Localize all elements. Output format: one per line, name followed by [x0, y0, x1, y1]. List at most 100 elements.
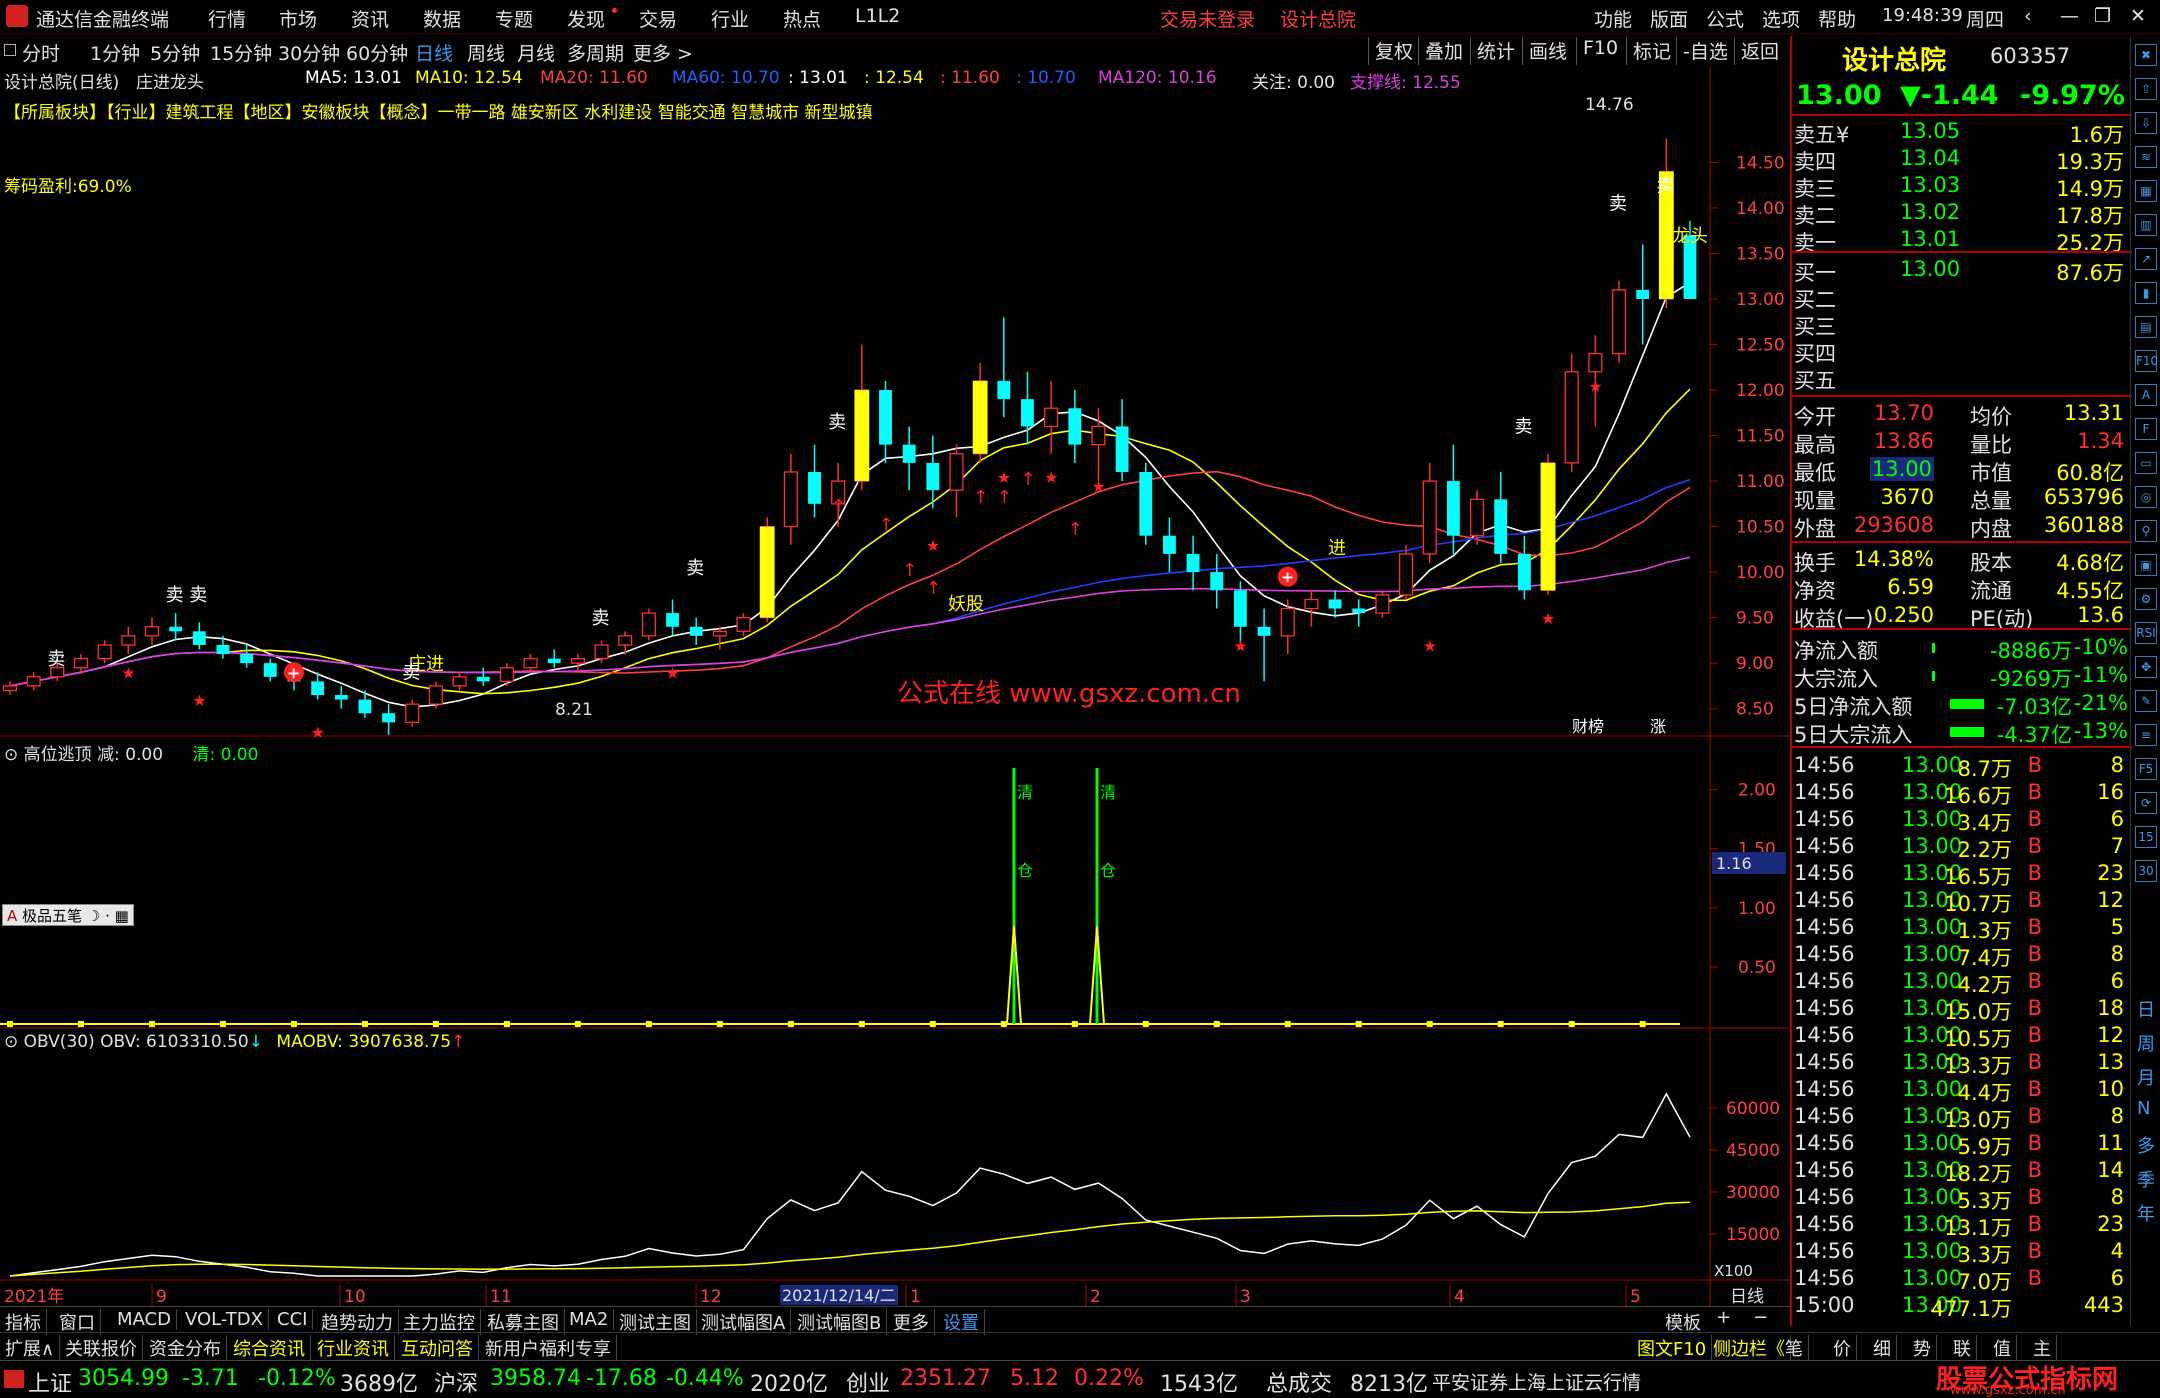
- side-tool-icon[interactable]: ✎: [2135, 690, 2157, 712]
- side-tool-icon[interactable]: ⇩: [2135, 112, 2157, 134]
- indicator-tab[interactable]: MACD: [112, 1309, 177, 1330]
- bottom-nav-right-item[interactable]: 联: [1948, 1335, 1977, 1361]
- side-tool-icon[interactable]: ⚲: [2135, 520, 2157, 542]
- back-icon[interactable]: ‹: [2024, 5, 2032, 27]
- btn-diejia[interactable]: 叠加: [1418, 37, 1463, 65]
- minimize-icon[interactable]: —: [2060, 5, 2079, 27]
- grid-icon[interactable]: [4, 44, 16, 56]
- tf-60min[interactable]: 60分钟: [346, 39, 408, 66]
- ime-keyboard-icon[interactable]: ▦: [115, 907, 129, 925]
- side-period-item[interactable]: 月: [2137, 1064, 2155, 1090]
- side-period-item[interactable]: 季: [2137, 1166, 2155, 1192]
- side-tool-icon[interactable]: 30: [2135, 860, 2157, 882]
- add-button[interactable]: +: [1716, 1307, 1731, 1328]
- btn-tongji[interactable]: 统计: [1470, 37, 1515, 65]
- btn-fanhui[interactable]: 返回: [1734, 37, 1779, 65]
- bottom-nav-item[interactable]: 综合资讯: [228, 1335, 311, 1361]
- side-period-item[interactable]: 周: [2137, 1030, 2155, 1056]
- restore-icon[interactable]: ❐: [2094, 5, 2111, 27]
- side-tool-icon[interactable]: ≡: [2135, 724, 2157, 746]
- ime-moon-icon[interactable]: ☽: [87, 907, 100, 925]
- side-tool-icon[interactable]: ▮: [2135, 282, 2157, 304]
- bottom-nav-item[interactable]: 新用户福利专享: [480, 1335, 617, 1361]
- bottom-nav-right-item[interactable]: 笔: [1780, 1335, 1809, 1361]
- indicator-tab[interactable]: CCI: [272, 1309, 314, 1330]
- tf-multi[interactable]: 多周期: [567, 39, 624, 66]
- side-period-item[interactable]: 多: [2137, 1132, 2155, 1158]
- menu-faxian[interactable]: 发现: [567, 5, 605, 32]
- menu-zhuanti[interactable]: 专题: [495, 5, 533, 32]
- tf-30min[interactable]: 30分钟: [278, 39, 340, 66]
- side-period-item[interactable]: 年: [2137, 1200, 2155, 1226]
- ime-toolbar[interactable]: A 极品五笔 ☽ · ▦: [2, 904, 134, 926]
- menu-xuanxiang[interactable]: 选项: [1762, 5, 1800, 32]
- menu-bangzhu[interactable]: 帮助: [1818, 5, 1856, 32]
- side-tool-icon[interactable]: ⟳: [2135, 792, 2157, 814]
- side-tool-icon[interactable]: ⚙: [2135, 588, 2157, 610]
- menu-shichang[interactable]: 市场: [279, 5, 317, 32]
- side-tool-icon[interactable]: ▣: [2135, 554, 2157, 576]
- close-icon[interactable]: ✕: [2130, 5, 2146, 27]
- side-tool-icon[interactable]: ▦: [2135, 180, 2157, 202]
- btn-fuquan[interactable]: 复权: [1368, 37, 1413, 65]
- trade-login-status[interactable]: 交易未登录: [1160, 5, 1255, 32]
- indicator-tab[interactable]: VOL-TDX: [180, 1309, 269, 1330]
- side-tool-icon[interactable]: F5: [2135, 758, 2157, 780]
- side-tool-icon[interactable]: ◎: [2135, 486, 2157, 508]
- side-tool-icon[interactable]: ▤: [2135, 316, 2157, 338]
- menu-jiaoyi[interactable]: 交易: [639, 5, 677, 32]
- menu-hangqing[interactable]: 行情: [208, 5, 246, 32]
- menu-banmian[interactable]: 版面: [1650, 5, 1688, 32]
- bottom-nav-right-item[interactable]: 价: [1828, 1335, 1857, 1361]
- side-tool-icon[interactable]: ✥: [2135, 656, 2157, 678]
- menu-hangye[interactable]: 行业: [711, 5, 749, 32]
- chart-canvas[interactable]: 14.5014.0013.5013.0012.5012.0011.5011.00…: [0, 66, 1790, 1306]
- side-tool-icon[interactable]: ▥: [2135, 214, 2157, 236]
- side-tool-icon[interactable]: ↗: [2135, 248, 2157, 270]
- menu-gongneng[interactable]: 功能: [1594, 5, 1632, 32]
- menu-redian[interactable]: 热点: [783, 5, 821, 32]
- hs-name[interactable]: 沪深: [434, 1366, 478, 1398]
- menu-zixun[interactable]: 资讯: [351, 5, 389, 32]
- bottom-nav-item[interactable]: 资金分布: [144, 1335, 227, 1361]
- bottom-nav-right-item[interactable]: 值: [1988, 1335, 2017, 1361]
- sub1-title[interactable]: 高位逃顶: [24, 745, 92, 765]
- side-tool-icon[interactable]: F: [2135, 418, 2157, 440]
- side-tool-icon[interactable]: F10: [2135, 350, 2158, 372]
- sub1-collapse-icon[interactable]: ⊙: [4, 745, 18, 765]
- bottom-nav-item[interactable]: 扩展∧: [0, 1335, 61, 1361]
- side-tool-icon[interactable]: ≋: [2135, 146, 2157, 168]
- bottom-nav-right-item[interactable]: 图文F10: [1632, 1335, 1713, 1361]
- sub2-title[interactable]: OBV(30): [24, 1032, 95, 1052]
- menu-gongshi[interactable]: 公式: [1706, 5, 1744, 32]
- tf-5min[interactable]: 5分钟: [150, 39, 200, 66]
- side-tool-icon[interactable]: ⇧: [2135, 78, 2157, 100]
- tf-weekly[interactable]: 周线: [467, 39, 505, 66]
- side-tool-icon[interactable]: ✖: [2135, 44, 2157, 66]
- tf-daily[interactable]: 日线: [415, 39, 453, 66]
- side-tool-icon[interactable]: 15: [2135, 826, 2157, 848]
- remove-button[interactable]: −: [1753, 1307, 1768, 1328]
- tf-1min[interactable]: 1分钟: [90, 39, 140, 66]
- side-tool-icon[interactable]: ▭: [2135, 452, 2157, 474]
- ime-dot-icon[interactable]: ·: [105, 907, 110, 925]
- btn-zixuan[interactable]: -自选: [1676, 37, 1728, 65]
- side-period-item[interactable]: 日: [2137, 996, 2155, 1022]
- bottom-nav-right-item[interactable]: 势: [1908, 1335, 1937, 1361]
- side-tool-icon[interactable]: RSI: [2135, 622, 2157, 644]
- side-tool-icon[interactable]: A: [2135, 384, 2157, 406]
- sub2-collapse-icon[interactable]: ⊙: [4, 1032, 18, 1052]
- sh-name[interactable]: 上证: [28, 1366, 72, 1398]
- cy-name[interactable]: 创业: [846, 1366, 890, 1398]
- ime-a-icon[interactable]: A: [7, 907, 17, 925]
- bottom-nav-item[interactable]: 行业资讯: [312, 1335, 395, 1361]
- bottom-nav-right-item[interactable]: 主: [2028, 1335, 2057, 1361]
- bottom-nav-right-item[interactable]: 侧边栏《: [1708, 1335, 1791, 1361]
- tf-15min[interactable]: 15分钟: [210, 39, 272, 66]
- menu-shuju[interactable]: 数据: [423, 5, 461, 32]
- bottom-nav-item[interactable]: 互动问答: [396, 1335, 479, 1361]
- btn-huaxian[interactable]: 画线: [1522, 37, 1567, 65]
- menu-l1l2[interactable]: L1L2: [855, 5, 900, 27]
- side-period-item[interactable]: N: [2137, 1098, 2150, 1119]
- tf-monthly[interactable]: 月线: [517, 39, 555, 66]
